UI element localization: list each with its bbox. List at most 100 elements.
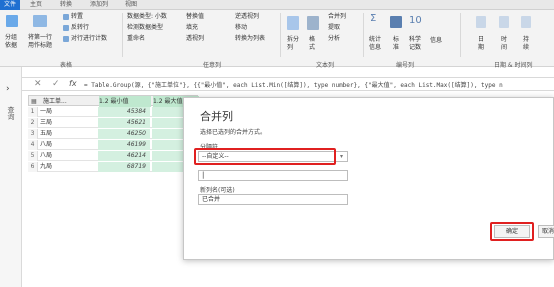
- table-row[interactable]: 6 九局 68719: [28, 162, 198, 172]
- ribbon-separator: [280, 13, 281, 57]
- separator-highlight-box: [194, 148, 336, 165]
- group-by-button[interactable]: 分组 依据: [5, 34, 17, 50]
- duration-icon: [521, 16, 531, 28]
- time-icon: [499, 16, 509, 28]
- tab-add-column[interactable]: 添加列: [90, 0, 108, 10]
- split-column-button[interactable]: 拆分 列: [287, 36, 299, 52]
- parse-button[interactable]: 分析: [328, 35, 340, 43]
- group-by-icon: [6, 15, 18, 27]
- ribbon-separator: [363, 13, 364, 57]
- cell-min[interactable]: 45384: [98, 107, 150, 117]
- information-button[interactable]: 信息: [430, 37, 442, 45]
- move-button[interactable]: 移动: [235, 24, 247, 32]
- row-index: 3: [28, 129, 38, 139]
- standard-button[interactable]: 标 准: [393, 36, 399, 52]
- group-label-number-column: 编号列: [396, 62, 415, 69]
- row-index: 2: [28, 118, 38, 128]
- pivot-column-button[interactable]: 透视列: [186, 35, 204, 43]
- new-column-name-input[interactable]: 已合并: [198, 194, 348, 205]
- cell-unit[interactable]: 三局: [40, 118, 95, 128]
- dialog-title: 合并列: [200, 110, 233, 123]
- table-row[interactable]: 3 五局 46250: [28, 129, 198, 139]
- cell-min[interactable]: 68719: [98, 162, 150, 172]
- format-button[interactable]: 格 式: [309, 36, 315, 52]
- table-row[interactable]: 2 三局 45621: [28, 118, 198, 128]
- tab-file[interactable]: 文件: [0, 0, 21, 10]
- ribbon: 分组 依据 将第一行 用作标题 转置 反转行 对行进行计数 表格 数据类型: 小…: [0, 10, 554, 69]
- column-header-unit[interactable]: 施工单...: [43, 96, 97, 107]
- tab-home[interactable]: 主页: [30, 0, 42, 10]
- group-label-table: 表格: [60, 62, 73, 69]
- replace-values-button[interactable]: 替换值: [186, 13, 204, 21]
- transpose-icon: [63, 14, 69, 20]
- row-index: 5: [28, 151, 38, 161]
- statistics-icon: Σ: [370, 13, 377, 24]
- first-row-header-icon: [33, 15, 47, 27]
- ribbon-tab-bar: 文件 主页 转换 添加列 视图: [0, 0, 554, 10]
- confirm-formula-icon[interactable]: ✓: [52, 79, 60, 89]
- cell-min[interactable]: 46250: [98, 129, 150, 139]
- cell-unit[interactable]: 五局: [40, 129, 95, 139]
- ok-highlight-box: [490, 222, 534, 241]
- use-first-row-as-headers-button[interactable]: 将第一行 用作标题: [28, 34, 52, 50]
- power-query-editor: 文件 主页 转换 添加列 视图 分组 依据 将第一行 用作标题 转置 反转行 对…: [0, 0, 554, 287]
- chevron-down-icon: ▾: [339, 153, 343, 160]
- extract-button[interactable]: 提取: [328, 24, 340, 32]
- ribbon-separator: [122, 13, 123, 57]
- fill-button[interactable]: 填充: [186, 24, 198, 32]
- custom-separator-value: |: [202, 171, 205, 179]
- count-rows-icon: [63, 36, 69, 42]
- chevron-right-icon[interactable]: ›: [6, 84, 10, 94]
- split-column-icon: [287, 16, 299, 30]
- cell-unit[interactable]: 一局: [40, 107, 95, 117]
- reverse-rows-button[interactable]: 反转行: [71, 24, 89, 32]
- reverse-rows-icon: [63, 25, 69, 31]
- group-label-datetime-column: 日期 & 时间列: [494, 62, 533, 69]
- column-header-min[interactable]: 1.2 最小值: [99, 96, 151, 107]
- group-label-any-column: 任意列: [203, 62, 222, 69]
- tab-view[interactable]: 视图: [125, 0, 137, 10]
- statistics-button[interactable]: 统计 信息: [369, 36, 381, 52]
- fx-icon: fx: [69, 79, 77, 88]
- cell-min[interactable]: 45621: [98, 118, 150, 128]
- formula-text[interactable]: = Table.Group(源, {"施工单位"}, {{"最小值", each…: [84, 80, 554, 89]
- unpivot-columns-button[interactable]: 逆透视列: [235, 13, 259, 21]
- scientific-button[interactable]: 科学 记数: [409, 36, 421, 52]
- ribbon-separator: [460, 13, 461, 57]
- grid-header: ▦ 施工单... 1.2 最小值 1.2 最大值: [28, 95, 199, 107]
- date-button[interactable]: 日 期: [478, 36, 484, 52]
- rename-button[interactable]: 重命名: [127, 35, 145, 43]
- scientific-icon: 10: [409, 15, 422, 26]
- count-rows-button[interactable]: 对行进行计数: [71, 35, 107, 43]
- group-label-text-column: 文本列: [316, 62, 335, 69]
- date-icon: [476, 16, 486, 28]
- custom-separator-input[interactable]: |: [198, 170, 348, 181]
- row-index: 1: [28, 107, 38, 117]
- row-index: 6: [28, 162, 38, 172]
- cell-unit[interactable]: 八局: [40, 151, 95, 161]
- queries-pane-collapsed: [0, 67, 22, 287]
- transpose-button[interactable]: 转置: [71, 13, 83, 21]
- data-type-dropdown[interactable]: 数据类型: 小数: [127, 13, 167, 21]
- tab-transform[interactable]: 转换: [60, 0, 72, 10]
- convert-to-list-button[interactable]: 转换为列表: [235, 35, 265, 43]
- table-menu-icon[interactable]: ▦: [31, 96, 39, 107]
- cancel-formula-icon[interactable]: ✕: [34, 79, 42, 89]
- cell-min[interactable]: 46199: [98, 140, 150, 150]
- queries-pane-label[interactable]: 查询: [6, 106, 16, 120]
- detect-data-type-button[interactable]: 检测数据类型: [127, 24, 163, 32]
- dialog-description: 选择已选列的合并方式。: [200, 129, 267, 136]
- formula-bar: ✕ ✓ fx = Table.Group(源, {"施工单位"}, {{"最小值…: [22, 77, 554, 91]
- row-index: 4: [28, 140, 38, 150]
- time-button[interactable]: 时 间: [501, 36, 507, 52]
- table-row[interactable]: 5 八局 46214: [28, 151, 198, 161]
- cell-unit[interactable]: 九局: [40, 162, 95, 172]
- merge-columns-button[interactable]: 合并列: [328, 13, 346, 21]
- table-row[interactable]: 4 八局 46199: [28, 140, 198, 150]
- cell-unit[interactable]: 八局: [40, 140, 95, 150]
- cell-min[interactable]: 46214: [98, 151, 150, 161]
- duration-button[interactable]: 持 续: [523, 36, 529, 52]
- table-row[interactable]: 1 一局 45384: [28, 107, 198, 117]
- cancel-button[interactable]: 取消: [538, 225, 554, 238]
- standard-icon: [390, 16, 402, 28]
